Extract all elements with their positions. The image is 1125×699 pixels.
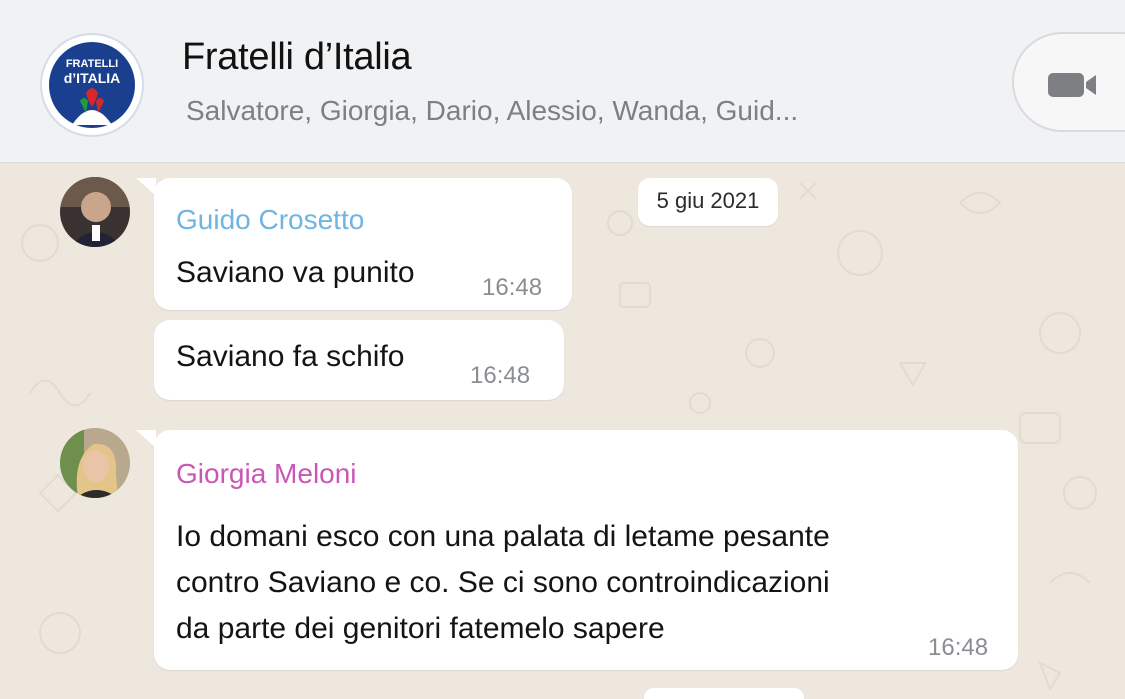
message-text: Saviano va punito — [176, 256, 415, 289]
message-bubble[interactable]: Giorgia Meloni Io domani esco con una pa… — [136, 430, 1018, 670]
chat-screen: FRATELLI d’ITALIA Fratelli d’Italia Salv… — [0, 0, 1125, 699]
group-avatar[interactable]: FRATELLI d’ITALIA — [40, 33, 144, 137]
next-bubble-partial — [644, 688, 804, 699]
sender-avatar-giorgia-meloni[interactable] — [60, 428, 130, 498]
party-logo-icon: FRATELLI d’ITALIA — [47, 40, 137, 130]
avatar-photo — [60, 177, 130, 247]
message-time: 16:48 — [482, 274, 543, 301]
chat-header[interactable]: FRATELLI d’ITALIA Fratelli d’Italia Salv… — [0, 0, 1125, 163]
avatar-photo — [60, 428, 130, 498]
sender-name[interactable]: Giorgia Meloni — [176, 458, 357, 490]
message-time: 16:48 — [928, 634, 989, 661]
sender-name[interactable]: Guido Crosetto — [176, 204, 364, 236]
message-bubble[interactable]: Guido Crosetto Saviano va punito 16:48 — [136, 178, 572, 310]
message-time: 16:48 — [470, 362, 531, 389]
message-text-line-3: da parte dei genitori fatemelo sapere — [176, 612, 665, 645]
date-separator: 5 giu 2021 — [638, 178, 778, 226]
logo-text-2: d’ITALIA — [64, 70, 121, 86]
group-title[interactable]: Fratelli d’Italia — [182, 36, 412, 79]
message-bubble[interactable]: Saviano fa schifo 16:48 — [154, 320, 564, 400]
message-text-line-2: contro Saviano e co. Se ci sono controin… — [176, 566, 830, 599]
message-text-line-1: Io domani esco con una palata di letame … — [176, 520, 830, 553]
logo-text-1: FRATELLI — [66, 58, 118, 70]
message-text: Saviano fa schifo — [176, 340, 405, 373]
sender-avatar-guido-crosetto[interactable] — [60, 177, 130, 247]
bubble-tail — [136, 178, 156, 196]
group-members-list[interactable]: Salvatore, Giorgia, Dario, Alessio, Wand… — [186, 95, 798, 127]
video-camera-icon[interactable] — [1046, 70, 1102, 100]
bubble-tail — [136, 430, 156, 448]
